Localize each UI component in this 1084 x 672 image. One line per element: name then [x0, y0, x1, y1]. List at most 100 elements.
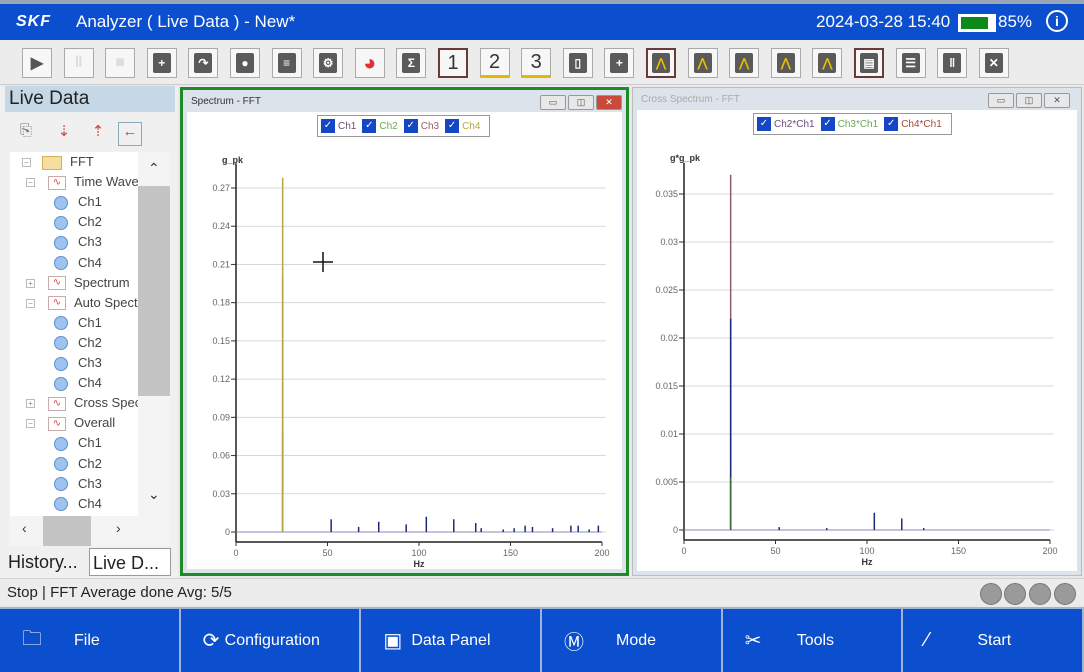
tree-item[interactable]: Ch3	[54, 353, 102, 373]
nav-start-button[interactable]: ⁄ Start	[903, 609, 1084, 672]
tree-item-label: Auto Spect	[74, 294, 138, 310]
tree-item-label: Cross Spec	[74, 395, 142, 411]
status-led	[980, 583, 1002, 605]
tree-item[interactable]: Ch2	[54, 454, 102, 474]
export-button[interactable]: ≡	[271, 48, 302, 78]
info-icon[interactable]: i	[1046, 10, 1068, 32]
nav-tools-button[interactable]: ✂ Tools	[723, 609, 904, 672]
tab-history[interactable]: History...	[5, 548, 89, 576]
layout-2-button[interactable]: 2	[479, 48, 510, 78]
tree-item[interactable]: Ch1	[54, 313, 102, 333]
channel-icon	[54, 436, 68, 451]
settings-icon: ⚙	[319, 53, 338, 73]
channel-icon	[54, 235, 68, 250]
config-icon: ⟳	[202, 630, 220, 652]
spectrum-window[interactable]: Spectrum - FFT ▭ ◫ ✕ ✓ Ch1 ✓ Ch2 ✓ Ch3 ✓ Ch4 0 0.03 0.…	[180, 87, 629, 576]
pie-chart-button[interactable]: ◕	[354, 48, 385, 78]
tree-item-label: Ch3	[78, 355, 102, 370]
collapse-tree-icon[interactable]: ⇡	[86, 122, 110, 146]
tree-item[interactable]: Ch3	[54, 474, 102, 494]
tree-item[interactable]: ∿ Overall	[48, 413, 115, 433]
channel-icon	[54, 336, 68, 351]
expand-toggle[interactable]: −	[26, 178, 35, 188]
chart-svg: 0 0.03 0.06 0.09 0.12 0.15 0.18 0.21 0.24 0.27 0 50…	[212, 155, 609, 569]
nav-data-panel-button[interactable]: ▣ Data Panel	[361, 609, 543, 672]
band-cursor-button[interactable]: ⋀	[770, 48, 801, 78]
harmonic-cursor-button[interactable]: ⋀	[687, 48, 718, 78]
hide-panel-icon[interactable]: ←	[118, 122, 142, 146]
scroll-thumb[interactable]	[43, 516, 91, 546]
sigma-button[interactable]: Σ	[396, 48, 427, 78]
tree-item[interactable]: Ch4	[54, 494, 102, 514]
open-button[interactable]: ↷	[188, 48, 219, 78]
tree-item[interactable]: Ch1	[54, 433, 102, 453]
tree-item[interactable]: Ch2	[54, 212, 102, 232]
x-tick-label: 100	[859, 546, 874, 556]
nav-label: Mode	[616, 631, 657, 649]
y-tick-label: 0.015	[655, 381, 678, 391]
peak-cursor-button[interactable]: ⋀	[812, 48, 843, 78]
tree-item[interactable]: Ch4	[54, 373, 102, 393]
crosshair-cursor-icon	[313, 252, 333, 272]
play-icon: ▶	[30, 55, 44, 72]
expand-toggle[interactable]: −	[22, 158, 31, 167]
cross-spectrum-window[interactable]: Cross Spectrum - FFT ▭ ◫ ✕ ✓ Ch2*Ch1 ✓ Ch3*Ch1 ✓…	[632, 87, 1082, 576]
nav-mode-button[interactable]: Ⓜ Mode	[542, 609, 723, 672]
nav-folder-button[interactable]: 🗀 File	[0, 609, 181, 672]
tree-item[interactable]: ∿ Cross Spec	[48, 393, 141, 413]
sideband-cursor-button[interactable]: ⋀	[729, 48, 760, 78]
tree-item[interactable]: FFT	[42, 152, 94, 172]
single-cursor-button[interactable]: ⋀	[646, 48, 676, 78]
skf-logo: SKF	[16, 13, 51, 30]
layout-3-button[interactable]: 3	[521, 48, 552, 78]
live-data-panel: Live Data ⎘ ⇣ ⇡ ← FFT − ∿ Time Wave − Ch1 Ch2 C…	[0, 86, 178, 578]
refresh-tree-icon[interactable]: ⎘	[14, 122, 38, 146]
scroll-thumb[interactable]	[138, 186, 170, 396]
new-button[interactable]: +	[146, 48, 177, 78]
y-tick-label: 0.005	[655, 477, 678, 487]
channel-icon	[54, 195, 68, 210]
expand-toggle[interactable]: +	[26, 278, 35, 288]
tree-item[interactable]: Ch1	[54, 192, 102, 212]
scroll-down-icon[interactable]: ⌄	[148, 486, 160, 503]
expand-toggle[interactable]: +	[26, 399, 35, 409]
tree-item-label: Ch4	[78, 375, 102, 391]
scroll-up-icon[interactable]: ⌃	[148, 160, 160, 177]
device-button[interactable]: ▯	[562, 48, 593, 78]
tree-item[interactable]: ∿ Time Wave	[48, 172, 139, 192]
x-tick-label: 100	[411, 548, 426, 558]
waveform-icon: ∿	[48, 175, 66, 190]
add-cursor-button[interactable]: +	[604, 48, 635, 78]
y-tick-label: 0.09	[212, 412, 230, 422]
tree-item[interactable]: Ch4	[54, 253, 102, 273]
expand-toggle[interactable]: −	[26, 419, 35, 429]
waveform-icon: ∿	[48, 276, 66, 291]
notes-button[interactable]: ▤	[854, 48, 884, 78]
tree-item[interactable]: ∿ Auto Spect	[48, 293, 138, 313]
pause-button[interactable]: ‖	[63, 48, 94, 78]
close-all-button[interactable]: ✕	[978, 48, 1009, 78]
toolbar: ▶ ‖ ■ + ↷ ● ≡ ⚙ ◕ Σ 1 2 3 ▯ + ⋀ ⋀ ⋀ ⋀ ⋀ ▤ ☰ ‖ ✕	[0, 40, 1084, 85]
split-vertical-button[interactable]: ‖	[937, 48, 968, 78]
layout-1-button[interactable]: 1	[438, 48, 468, 78]
expand-toggle[interactable]: −	[26, 298, 35, 308]
scroll-left-icon[interactable]: ‹	[22, 520, 27, 536]
channel-icon	[54, 256, 68, 271]
tab-live-data[interactable]: Live D...	[89, 548, 171, 576]
split-horizontal-button[interactable]: ☰	[895, 48, 926, 78]
nav-config-button[interactable]: ⟳ Configuration	[181, 609, 362, 672]
tree-item[interactable]: Ch2	[54, 333, 102, 353]
save-button[interactable]: ●	[230, 48, 260, 78]
stop-button[interactable]: ■	[105, 48, 136, 78]
settings-button[interactable]: ⚙	[313, 48, 344, 78]
scroll-right-icon[interactable]: ›	[116, 520, 121, 536]
nav-label: Start	[977, 631, 1012, 649]
tree-item[interactable]: Ch3	[54, 232, 102, 252]
sideband-cursor-icon: ⋀	[735, 53, 754, 73]
save-icon: ●	[236, 53, 254, 73]
pie-chart-icon: ◕	[363, 50, 377, 75]
tree-item[interactable]: ∿ Spectrum	[48, 273, 130, 293]
expand-tree-icon[interactable]: ⇣	[52, 122, 76, 146]
tree-item-label: Ch3	[78, 234, 102, 250]
play-button[interactable]: ▶	[22, 48, 52, 78]
